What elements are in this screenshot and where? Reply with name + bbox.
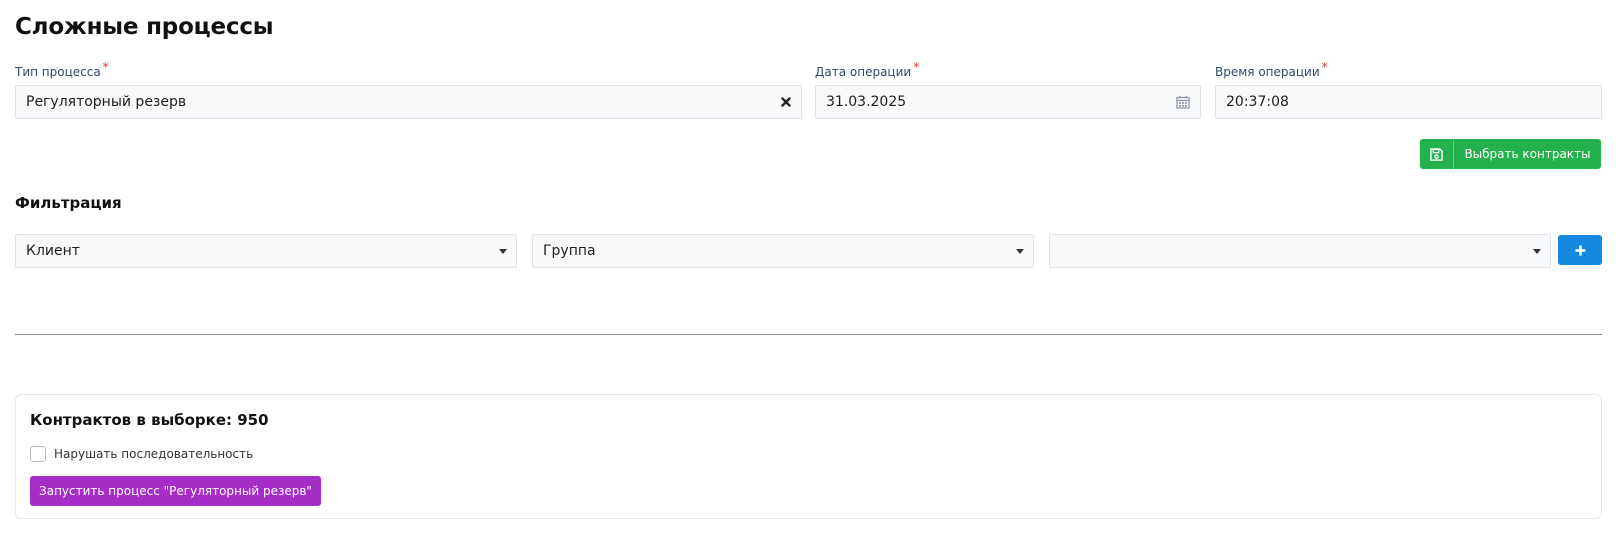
- run-process-button[interactable]: Запустить процесс "Регуляторный резерв": [30, 476, 321, 506]
- required-mark: *: [1321, 60, 1328, 74]
- divider: [15, 334, 1602, 335]
- operation-time-label-text: Время операции: [1215, 65, 1320, 79]
- process-type-field[interactable]: Регуляторный резерв: [15, 85, 802, 119]
- break-sequence-label[interactable]: Нарушать последовательность: [54, 447, 253, 461]
- summary-card: Контрактов в выборке: 950 Нарушать после…: [15, 394, 1602, 519]
- select-contracts-button[interactable]: Выбрать контракты: [1420, 139, 1601, 169]
- break-sequence-checkbox[interactable]: [30, 446, 46, 462]
- calendar-icon[interactable]: [1176, 86, 1190, 118]
- page-title: Сложные процессы: [15, 14, 274, 40]
- close-icon[interactable]: [781, 86, 791, 118]
- operation-time-value: 20:37:08: [1226, 94, 1289, 110]
- process-type-label: Тип процесса *: [15, 60, 109, 79]
- add-filter-button[interactable]: [1558, 235, 1602, 265]
- contracts-count: Контрактов в выборке: 950: [30, 411, 269, 429]
- filter-group-select[interactable]: Группа: [532, 234, 1034, 268]
- process-type-label-text: Тип процесса: [15, 65, 101, 79]
- required-mark: *: [913, 60, 920, 74]
- chevron-down-icon: [499, 249, 507, 254]
- run-process-label: Запустить процесс "Регуляторный резерв": [39, 484, 312, 498]
- required-mark: *: [102, 60, 109, 74]
- filter-group-value: Группа: [543, 243, 596, 259]
- operation-date-label: Дата операции *: [815, 60, 919, 79]
- operation-date-label-text: Дата операции: [815, 65, 912, 79]
- save-icon: [1420, 139, 1454, 169]
- filter-value-select[interactable]: [1049, 234, 1551, 268]
- operation-date-field[interactable]: 31.03.2025: [815, 85, 1201, 119]
- operation-time-label: Время операции *: [1215, 60, 1328, 79]
- process-type-value: Регуляторный резерв: [26, 94, 187, 110]
- filter-client-select[interactable]: Клиент: [15, 234, 517, 268]
- operation-date-value: 31.03.2025: [826, 94, 907, 110]
- chevron-down-icon: [1533, 249, 1541, 254]
- filter-section-title: Фильтрация: [15, 194, 122, 212]
- select-contracts-label: Выбрать контракты: [1464, 147, 1591, 161]
- chevron-down-icon: [1016, 249, 1024, 254]
- operation-time-field[interactable]: 20:37:08: [1215, 85, 1602, 119]
- filter-client-value: Клиент: [26, 243, 80, 259]
- plus-icon: [1575, 241, 1586, 260]
